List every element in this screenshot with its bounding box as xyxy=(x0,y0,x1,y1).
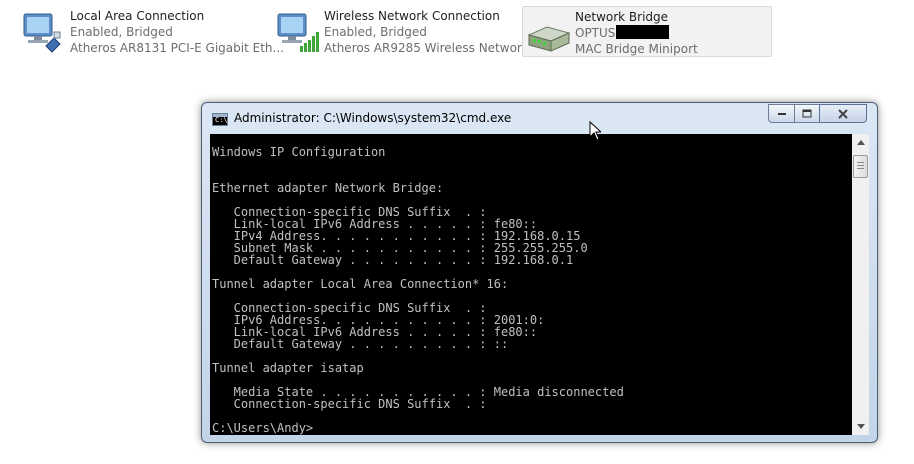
console-line: Tunnel adapter Local Area Connection* 16… xyxy=(212,277,509,291)
connection-name: Network Bridge xyxy=(575,10,669,24)
maximize-icon xyxy=(802,109,812,118)
redacted-block xyxy=(616,25,670,39)
arrow-up-icon xyxy=(856,140,865,145)
scrollbar-thumb[interactable] xyxy=(853,155,868,178)
console-line: Default Gateway . . . . . . . . . : :: xyxy=(212,337,509,351)
console-line: Default Gateway . . . . . . . . . : 192.… xyxy=(212,253,574,267)
connection-device: Atheros AR8131 PCI-E Gigabit Eth... xyxy=(70,41,284,55)
connection-wireless[interactable]: Wireless Network Connection Enabled, Bri… xyxy=(272,6,540,57)
connection-name: Local Area Connection xyxy=(70,9,205,23)
minimize-button[interactable] xyxy=(768,104,795,123)
computer-wireless-icon xyxy=(274,8,320,54)
network-bridge-icon xyxy=(525,9,571,55)
computer-network-icon xyxy=(20,8,66,54)
console-line: C:\Users\Andy> xyxy=(212,421,314,435)
connection-device: MAC Bridge Miniport xyxy=(575,42,698,56)
connection-name: Wireless Network Connection xyxy=(324,9,500,23)
console-line: Tunnel adapter isatap xyxy=(212,361,364,375)
connection-device: Atheros AR9285 Wireless Network... xyxy=(324,41,541,55)
cmd-app-icon[interactable]: C:\ xyxy=(212,113,228,126)
maximize-button[interactable] xyxy=(794,104,820,123)
connection-local-area[interactable]: Local Area Connection Enabled, Bridged A… xyxy=(18,6,284,57)
close-icon xyxy=(838,108,848,119)
scrollbar-grip xyxy=(857,162,864,169)
console-area[interactable]: Windows IP Configuration Ethernet adapter… xyxy=(210,134,869,435)
close-button[interactable] xyxy=(819,104,867,123)
connection-status: Enabled, Bridged xyxy=(324,25,427,39)
connection-network-bridge[interactable]: Network Bridge OPTUS MAC Bridge Miniport xyxy=(522,6,772,57)
connection-status: OPTUS xyxy=(575,25,698,41)
console-output[interactable]: Windows IP Configuration Ethernet adapter… xyxy=(212,134,851,435)
arrow-down-icon xyxy=(856,424,865,429)
minimize-icon xyxy=(777,112,786,115)
console-line: Windows IP Configuration xyxy=(212,145,386,159)
vertical-scrollbar[interactable] xyxy=(852,134,869,435)
scroll-up-button[interactable] xyxy=(852,134,869,151)
connection-status: Enabled, Bridged xyxy=(70,25,173,39)
title-bar[interactable]: C:\ Administrator: C:\Windows\system32\c… xyxy=(202,103,877,133)
scroll-down-button[interactable] xyxy=(852,418,869,435)
console-line: Ethernet adapter Network Bridge: xyxy=(212,181,444,195)
window-title: Administrator: C:\Windows\system32\cmd.e… xyxy=(234,111,512,125)
cmd-window[interactable]: C:\ Administrator: C:\Windows\system32\c… xyxy=(201,102,878,443)
cmd-icon-glyph: C:\ xyxy=(215,116,228,124)
mouse-cursor-icon xyxy=(589,121,601,141)
console-line: Connection-specific DNS Suffix . : xyxy=(212,397,487,411)
